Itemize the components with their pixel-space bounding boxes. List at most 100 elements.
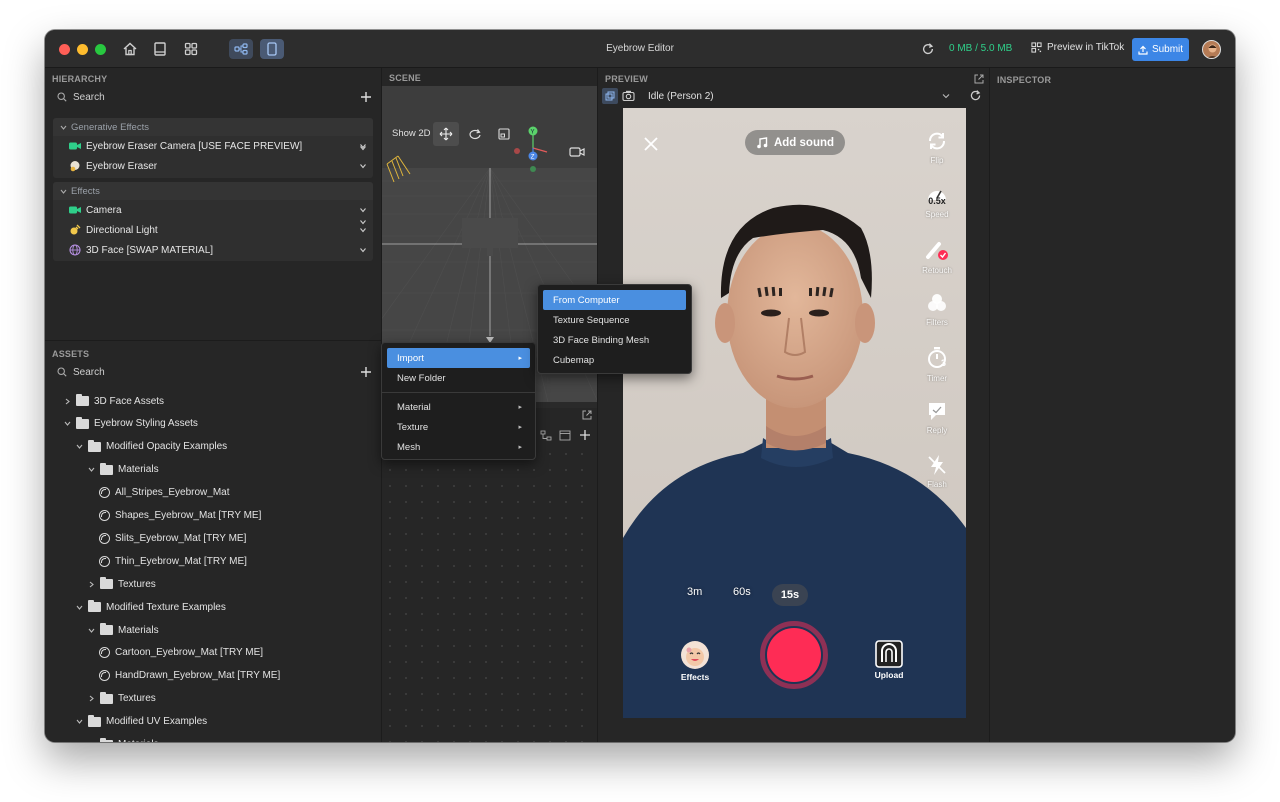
filters-button[interactable]: Filters (917, 292, 957, 327)
chevron-down-icon[interactable] (359, 226, 367, 234)
grid-icon[interactable] (183, 41, 199, 57)
flash-button[interactable]: Flash (917, 454, 957, 489)
hierarchy-item-directional-light[interactable]: Directional Light (53, 220, 373, 240)
chevron-down-icon[interactable] (359, 142, 367, 150)
gallery-icon (875, 640, 903, 668)
asset-folder[interactable]: Modified UV Examples (75, 711, 207, 733)
speed-button[interactable]: 0.5x Speed (917, 184, 957, 219)
speed-value: 0.5x (928, 196, 946, 206)
chevron-down-icon[interactable] (87, 466, 95, 474)
upload-button[interactable]: Upload (871, 640, 907, 680)
camera-icon (69, 206, 81, 214)
menu-item-import[interactable]: Import ▸ (387, 348, 530, 368)
duration-3m[interactable]: 3m (687, 586, 702, 598)
effects-button[interactable]: Effects (677, 640, 713, 682)
add-node-icon[interactable] (579, 429, 591, 441)
asset-folder[interactable]: Modified Opacity Examples (75, 436, 227, 458)
add-sound-button[interactable]: Add sound (745, 130, 845, 155)
rotate-icon[interactable] (468, 128, 482, 140)
preview-mode-select[interactable]: Idle (Person 2) (642, 88, 956, 104)
asset-folder[interactable]: 3D Face Assets (63, 390, 164, 412)
chevron-right-icon[interactable] (87, 695, 95, 703)
hierarchy-tree-icon[interactable] (540, 430, 552, 441)
flip-camera-icon (929, 132, 945, 150)
face-preview-toggle[interactable] (602, 88, 618, 104)
chevron-down-icon[interactable] (87, 626, 95, 634)
axis-gizmo[interactable]: Y Z (513, 126, 553, 176)
node-editor-toggle[interactable] (229, 39, 253, 59)
chevron-down-icon[interactable] (359, 246, 367, 254)
submit-button[interactable]: Submit (1132, 38, 1189, 61)
hierarchy-item-camera[interactable]: Camera (53, 200, 373, 220)
home-icon[interactable] (122, 41, 138, 57)
asset-folder[interactable]: Textures (87, 573, 156, 595)
asset-folder[interactable]: Materials (87, 619, 159, 641)
retouch-button[interactable]: Retouch (917, 238, 957, 275)
assets-search[interactable]: Search (57, 363, 105, 381)
preview-in-tiktok-button[interactable]: Preview in TikTok (1031, 42, 1124, 53)
book-icon[interactable] (152, 41, 168, 57)
asset-folder[interactable]: Modified Texture Examples (75, 596, 226, 618)
asset-material[interactable]: All_Stripes_Eyebrow_Mat (99, 482, 230, 504)
show-2d-toggle[interactable]: Show 2D (392, 128, 431, 139)
flip-button[interactable]: Flip (917, 130, 957, 165)
chevron-down-icon[interactable] (359, 206, 367, 214)
chevron-down-icon[interactable] (75, 443, 83, 451)
hierarchy-item-3d-face[interactable]: 3D Face [SWAP MATERIAL] (53, 240, 373, 260)
menu-item-new-folder[interactable]: New Folder (387, 368, 530, 388)
add-object-icon[interactable] (360, 91, 372, 103)
chevron-down-icon[interactable] (87, 741, 95, 743)
duration-15s[interactable]: 15s (772, 584, 808, 606)
device-preview-toggle[interactable] (260, 39, 284, 59)
menu-item-texture[interactable]: Texture ▸ (387, 417, 530, 437)
asset-material[interactable]: Slits_Eyebrow_Mat [TRY ME] (99, 527, 246, 549)
refresh-icon[interactable] (969, 89, 982, 102)
chevron-down-icon[interactable] (75, 718, 83, 726)
submenu-item-texture-sequence[interactable]: Texture Sequence (543, 310, 686, 330)
maximize-window-button[interactable] (95, 44, 106, 55)
submenu-item-from-computer[interactable]: From Computer (543, 290, 686, 310)
add-asset-icon[interactable] (360, 366, 372, 378)
user-avatar[interactable] (1202, 40, 1221, 59)
asset-folder[interactable]: Materials (87, 734, 159, 743)
external-link-icon[interactable] (974, 74, 984, 84)
group-header[interactable]: Generative Effects (53, 118, 373, 151)
close-icon[interactable] (643, 136, 659, 152)
hierarchy-item-eyebrow-eraser-camera[interactable]: Eyebrow Eraser Camera [USE FACE PREVIEW] (53, 136, 373, 156)
external-link-icon[interactable] (582, 410, 592, 420)
asset-material[interactable]: Shapes_Eyebrow_Mat [TRY ME] (99, 505, 261, 527)
scale-icon[interactable] (498, 128, 510, 140)
reply-button[interactable]: Reply (917, 400, 957, 435)
asset-folder[interactable]: Textures (87, 688, 156, 710)
menu-item-mesh[interactable]: Mesh ▸ (387, 437, 530, 457)
chevron-down-icon[interactable] (75, 603, 83, 611)
chevron-right-icon[interactable] (63, 397, 71, 405)
group-header[interactable]: Effects (53, 182, 373, 224)
tiktok-camera-preview[interactable]: Add sound Flip 0.5x Speed Retouch Filter… (623, 108, 966, 718)
camera-view-icon[interactable] (569, 146, 585, 158)
submenu-item-cubemap[interactable]: Cubemap (543, 350, 686, 370)
asset-folder[interactable]: Eyebrow Styling Assets (63, 413, 198, 435)
group-label: Generative Effects (71, 121, 149, 133)
asset-material[interactable]: HandDrawn_Eyebrow_Mat [TRY ME] (99, 665, 280, 687)
hierarchy-item-eyebrow-eraser[interactable]: Eyebrow Eraser (53, 156, 373, 176)
refresh-icon[interactable] (921, 42, 935, 56)
graph-canvas[interactable] (382, 446, 597, 742)
window-icon[interactable] (559, 430, 571, 441)
chevron-down-icon[interactable] (63, 420, 71, 428)
close-window-button[interactable] (59, 44, 70, 55)
hierarchy-search[interactable]: Search (57, 88, 105, 106)
asset-folder[interactable]: Materials (87, 459, 159, 481)
chevron-right-icon[interactable] (87, 580, 95, 588)
minimize-window-button[interactable] (77, 44, 88, 55)
asset-material[interactable]: Thin_Eyebrow_Mat [TRY ME] (99, 550, 247, 572)
move-tool-button[interactable] (433, 122, 459, 146)
chevron-down-icon[interactable] (359, 162, 367, 170)
submenu-item-3d-face-binding-mesh[interactable]: 3D Face Binding Mesh (543, 330, 686, 350)
menu-item-material[interactable]: Material ▸ (387, 397, 530, 417)
duration-60s[interactable]: 60s (733, 586, 751, 598)
asset-material[interactable]: Cartoon_Eyebrow_Mat [TRY ME] (99, 642, 263, 664)
camera-icon[interactable] (622, 90, 635, 101)
record-button[interactable] (760, 621, 828, 689)
timer-button[interactable]: 3 Timer (917, 346, 957, 383)
